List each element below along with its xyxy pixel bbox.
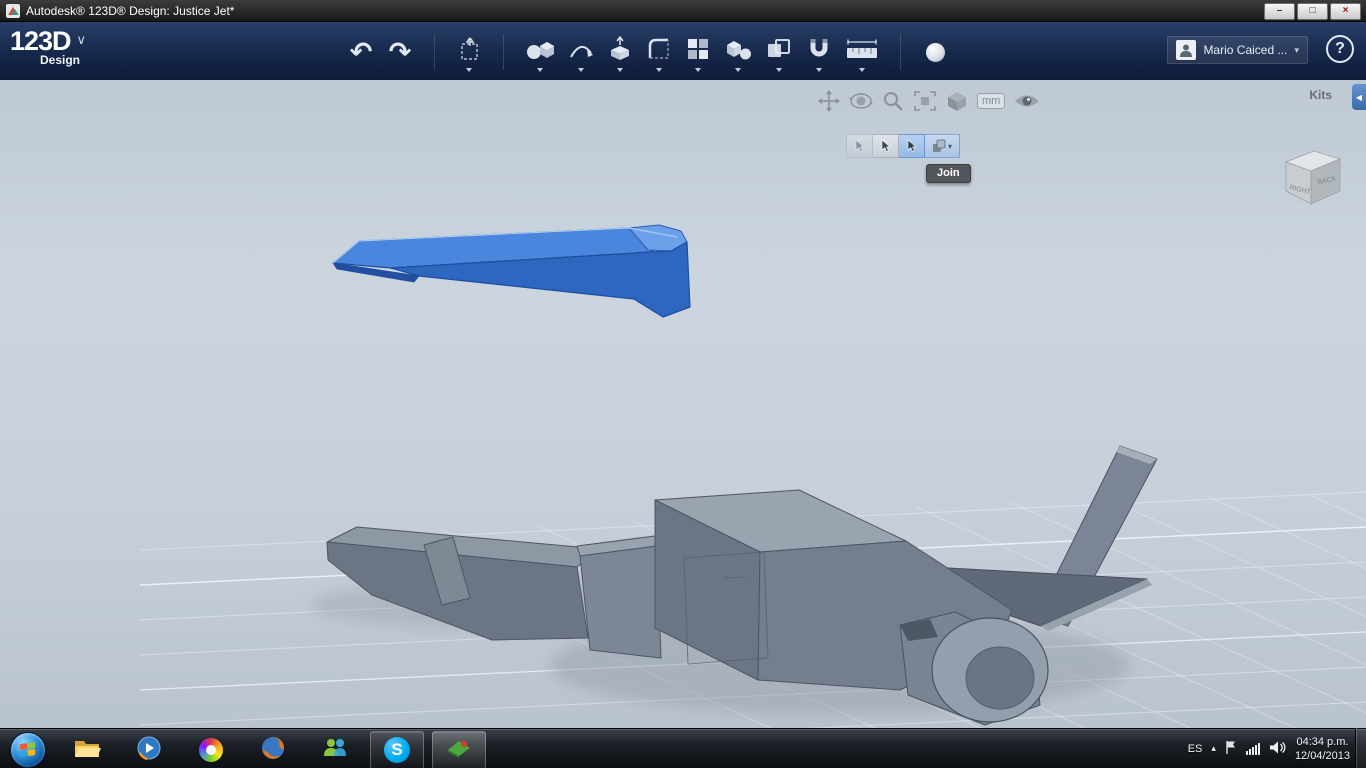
- group-tool-button[interactable]: [724, 33, 752, 72]
- taskbar-apps: S: [60, 731, 486, 768]
- window-title: Autodesk® 123D® Design: Justice Jet*: [26, 3, 235, 18]
- 123d-design-icon: [446, 737, 472, 764]
- view-cube[interactable]: RIGHT BACK: [1276, 142, 1350, 216]
- zoom-fit-button[interactable]: [913, 90, 937, 112]
- messenger-icon: [322, 736, 348, 765]
- taskbar-123d-design[interactable]: [432, 731, 486, 768]
- select-tool-active[interactable]: [899, 134, 925, 158]
- viewport-canvas[interactable]: [0, 80, 1366, 728]
- color-wheel-icon: [199, 738, 223, 762]
- sketch-tool-button[interactable]: [568, 33, 594, 72]
- primitives-tool-button[interactable]: [525, 33, 555, 72]
- redo-button[interactable]: ↷: [387, 36, 413, 68]
- selection-toolbar: ▾: [846, 134, 960, 158]
- user-avatar-icon: [1176, 40, 1197, 60]
- combine-tool-button[interactable]: [765, 33, 793, 72]
- show-desktop-button[interactable]: [1355, 728, 1366, 768]
- logo-subtitle: Design: [40, 53, 81, 67]
- undo-button[interactable]: ↶: [348, 36, 374, 68]
- firefox-icon: [260, 735, 286, 766]
- taskbar-windows-explorer[interactable]: [60, 731, 114, 768]
- start-button[interactable]: [10, 732, 46, 768]
- logo-text: 123D: [10, 26, 72, 56]
- measure-tool-button[interactable]: [845, 33, 879, 72]
- taskbar-skype[interactable]: S: [370, 731, 424, 768]
- minimize-button[interactable]: –: [1264, 3, 1295, 20]
- join-tooltip: Join: [926, 164, 971, 183]
- taskbar-firefox[interactable]: [246, 731, 300, 768]
- join-dropdown-icon: ▾: [947, 141, 952, 151]
- window-controls: – □ ×: [1264, 3, 1361, 20]
- volume-icon[interactable]: [1269, 740, 1286, 758]
- network-icon[interactable]: [1245, 743, 1260, 755]
- taskbar-color-app[interactable]: [184, 731, 238, 768]
- taskbar-clock[interactable]: 04:34 p.m. 12/04/2013: [1295, 735, 1350, 764]
- window-titlebar: Autodesk® 123D® Design: Justice Jet* – □…: [0, 0, 1366, 22]
- account-dropdown-icon: ▾: [1294, 44, 1299, 55]
- main-tools: ↶ ↷: [348, 31, 948, 73]
- app-menu-button[interactable]: 123D ∨ Design: [10, 26, 86, 67]
- taskbar-messenger[interactable]: [308, 731, 362, 768]
- system-tray: ES ▴ 04:34 p.m. 12/04/2013: [1188, 729, 1350, 768]
- toolbar-separator: [900, 34, 901, 70]
- snap-tool-button[interactable]: [806, 33, 832, 72]
- select-tool-secondary[interactable]: [846, 134, 873, 158]
- user-name: Mario Caiced ...: [1203, 43, 1288, 57]
- close-button[interactable]: ×: [1330, 3, 1361, 20]
- app-window-icon: [6, 3, 20, 18]
- join-dropdown-button[interactable]: ▾: [925, 134, 960, 158]
- panel-collapse-button[interactable]: ◀: [1352, 84, 1366, 110]
- kits-label: Kits: [1309, 88, 1332, 102]
- app-toolbar: 123D ∨ Design ↶ ↷ Mario Caiced ... ▾ ?: [0, 22, 1366, 80]
- viewport: mm ▾ Join Kits ◀ RIGHT BACK: [0, 80, 1366, 728]
- visibility-eye-button[interactable]: [1014, 92, 1040, 110]
- pan-button[interactable]: [818, 90, 840, 112]
- folder-icon: [73, 737, 101, 764]
- windows-logo-icon: [20, 742, 36, 758]
- zoom-button[interactable]: [882, 90, 904, 112]
- clock-date: 12/04/2013: [1294, 750, 1350, 762]
- hidden-icons-button[interactable]: ▴: [1211, 744, 1216, 754]
- taskbar-windows-media-player[interactable]: [122, 731, 176, 768]
- toolbar-separator: [503, 34, 504, 70]
- skype-icon: S: [384, 737, 410, 763]
- transform-move-button[interactable]: [456, 33, 482, 72]
- pattern-tool-button[interactable]: [685, 33, 711, 72]
- media-player-icon: [136, 735, 162, 766]
- sphere-icon: [925, 42, 945, 62]
- toolbar-separator: [434, 34, 435, 70]
- orbit-button[interactable]: [849, 90, 873, 112]
- view-navigation-toolbar: mm: [818, 90, 1040, 112]
- taskbar: S ES ▴ 04:34 p.m. 12/04/2013: [0, 728, 1366, 768]
- material-sphere-button[interactable]: [922, 36, 948, 68]
- maximize-button[interactable]: □: [1297, 3, 1328, 20]
- logo-chevron-icon: ∨: [76, 32, 87, 47]
- view-mode-button[interactable]: [946, 90, 968, 112]
- account-menu[interactable]: Mario Caiced ... ▾: [1167, 36, 1308, 64]
- modify-tool-button[interactable]: [646, 33, 672, 72]
- clock-time: 04:34 p.m.: [1296, 735, 1349, 748]
- units-button[interactable]: mm: [977, 93, 1006, 109]
- help-button[interactable]: ?: [1326, 35, 1354, 63]
- construct-tool-button[interactable]: [607, 33, 633, 72]
- screen: Autodesk® 123D® Design: Justice Jet* – □…: [0, 0, 1366, 768]
- select-tool[interactable]: [873, 134, 899, 158]
- model-wing-selected[interactable]: [332, 224, 691, 318]
- language-indicator[interactable]: ES: [1188, 743, 1203, 755]
- action-center-flag-icon[interactable]: [1225, 740, 1237, 758]
